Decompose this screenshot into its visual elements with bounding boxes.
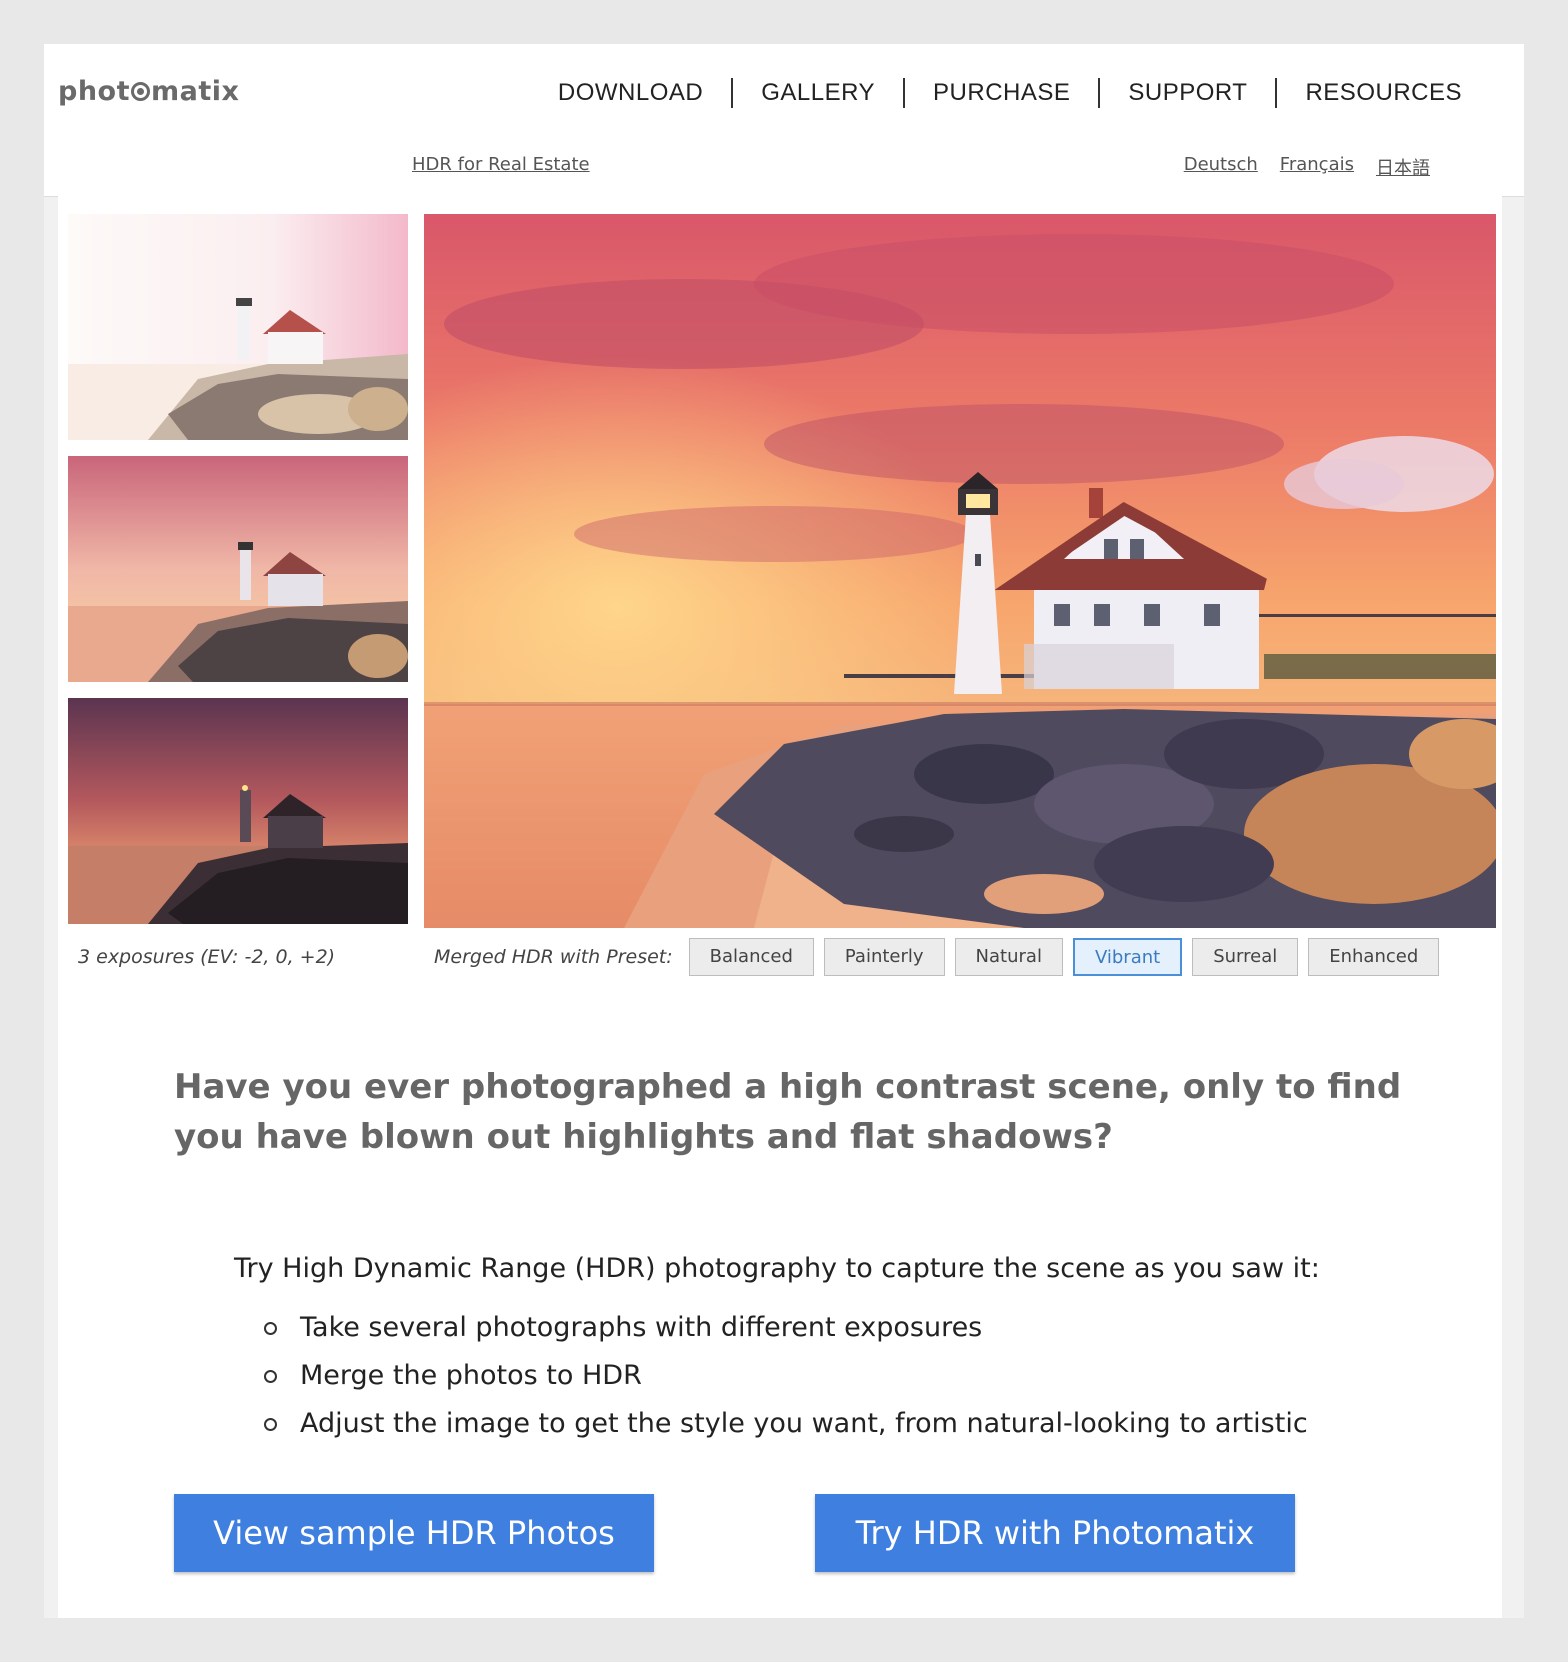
headline: Have you ever photographed a high contra…: [174, 1067, 1402, 1157]
nav-support[interactable]: SUPPORT: [1100, 78, 1278, 108]
hdr-result-photo: [424, 214, 1496, 928]
exposure-thumbnail-bright: [68, 214, 408, 440]
preset-natural-button[interactable]: Natural: [954, 938, 1063, 976]
steps-list: Take several photographs with different …: [264, 1304, 1308, 1448]
preset-balanced-button[interactable]: Balanced: [688, 938, 814, 976]
exposure-caption: 3 exposures (EV: -2, 0, +2): [78, 946, 336, 968]
nav-resources[interactable]: RESOURCES: [1277, 78, 1462, 108]
main-nav: DOWNLOAD GALLERY PURCHASE SUPPORT RESOUR…: [530, 78, 1462, 108]
preset-selector: Merged HDR with Preset: Balanced Painter…: [434, 938, 1449, 976]
page: phot matix DOWNLOAD GALLERY PURCHASE SUPP…: [44, 44, 1524, 1618]
preset-painterly-button[interactable]: Painterly: [823, 938, 945, 976]
try-hdr-button[interactable]: Try HDR with Photomatix: [815, 1494, 1295, 1572]
language-links: Deutsch Français 日本語: [1184, 154, 1430, 180]
exposure-thumbnail-normal: [68, 456, 408, 682]
lang-japanese[interactable]: 日本語: [1376, 154, 1430, 180]
photomatix-logo[interactable]: phot matix: [58, 76, 239, 107]
nav-purchase[interactable]: PURCHASE: [905, 78, 1101, 108]
intro-text: Try High Dynamic Range (HDR) photography…: [234, 1253, 1320, 1284]
nav-gallery[interactable]: GALLERY: [733, 78, 906, 108]
site-header: phot matix DOWNLOAD GALLERY PURCHASE SUPP…: [44, 44, 1524, 197]
lang-deutsch[interactable]: Deutsch: [1184, 154, 1258, 180]
circle-bullet-icon: [264, 1370, 277, 1383]
preset-enhanced-button[interactable]: Enhanced: [1308, 938, 1440, 976]
nav-download[interactable]: DOWNLOAD: [530, 78, 734, 108]
lang-francais[interactable]: Français: [1280, 154, 1354, 180]
view-sample-hdr-photos-button[interactable]: View sample HDR Photos: [174, 1494, 654, 1572]
exposure-thumbnail-dark: [68, 698, 408, 924]
main-content: 3 exposures (EV: -2, 0, +2) Merged HDR w…: [58, 196, 1502, 1618]
hdr-real-estate-link[interactable]: HDR for Real Estate: [412, 154, 590, 175]
preset-vibrant-button[interactable]: Vibrant: [1072, 938, 1183, 976]
list-item: Adjust the image to get the style you wa…: [264, 1400, 1308, 1448]
preset-surreal-button[interactable]: Surreal: [1192, 938, 1299, 976]
list-item: Take several photographs with different …: [264, 1304, 1308, 1352]
circle-bullet-icon: [264, 1418, 277, 1431]
list-item: Merge the photos to HDR: [264, 1352, 1308, 1400]
preset-label: Merged HDR with Preset:: [434, 946, 673, 968]
circle-bullet-icon: [264, 1322, 277, 1335]
logo-o-icon: [131, 82, 151, 101]
